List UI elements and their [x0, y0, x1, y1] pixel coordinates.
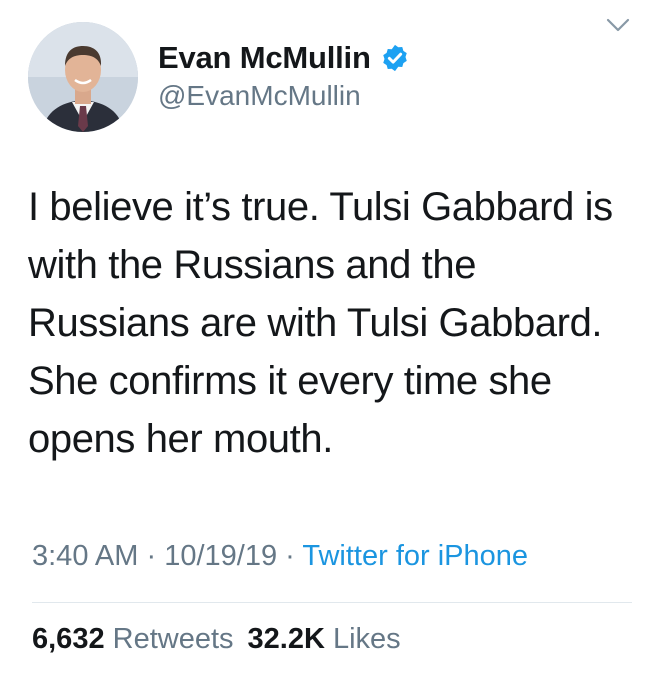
- meta-separator: ·: [285, 540, 295, 572]
- tweet-date: 10/19/19: [164, 540, 278, 572]
- tweet-source-link[interactable]: Twitter for iPhone: [302, 540, 528, 572]
- user-handle[interactable]: @EvanMcMullin: [158, 80, 361, 112]
- name-row: Evan McMullin: [158, 38, 410, 78]
- tweet-stats: 6,632 Retweets 32.2K Likes: [32, 623, 401, 656]
- retweets-count: 6,632: [32, 623, 105, 655]
- divider: [32, 602, 632, 603]
- tweet-time: 3:40 AM: [32, 540, 139, 572]
- meta-separator: ·: [146, 540, 157, 572]
- tweet-meta: 3:40 AM · 10/19/19 · Twitter for iPhone: [32, 540, 528, 573]
- verified-badge-icon: [380, 43, 410, 73]
- likes-stat[interactable]: 32.2K Likes: [248, 623, 401, 655]
- tweet-text: I believe it’s true. Tulsi Gabbard is wi…: [28, 185, 613, 461]
- chevron-down-icon[interactable]: [604, 14, 632, 36]
- avatar[interactable]: [28, 22, 138, 132]
- tweet-card: Evan McMullin @EvanMcMullin I believe it…: [0, 0, 660, 680]
- display-name[interactable]: Evan McMullin: [158, 40, 371, 76]
- likes-label: Likes: [332, 623, 401, 655]
- likes-count: 32.2K: [247, 623, 325, 655]
- retweets-stat[interactable]: 6,632 Retweets: [32, 623, 234, 655]
- retweets-label: Retweets: [112, 623, 234, 655]
